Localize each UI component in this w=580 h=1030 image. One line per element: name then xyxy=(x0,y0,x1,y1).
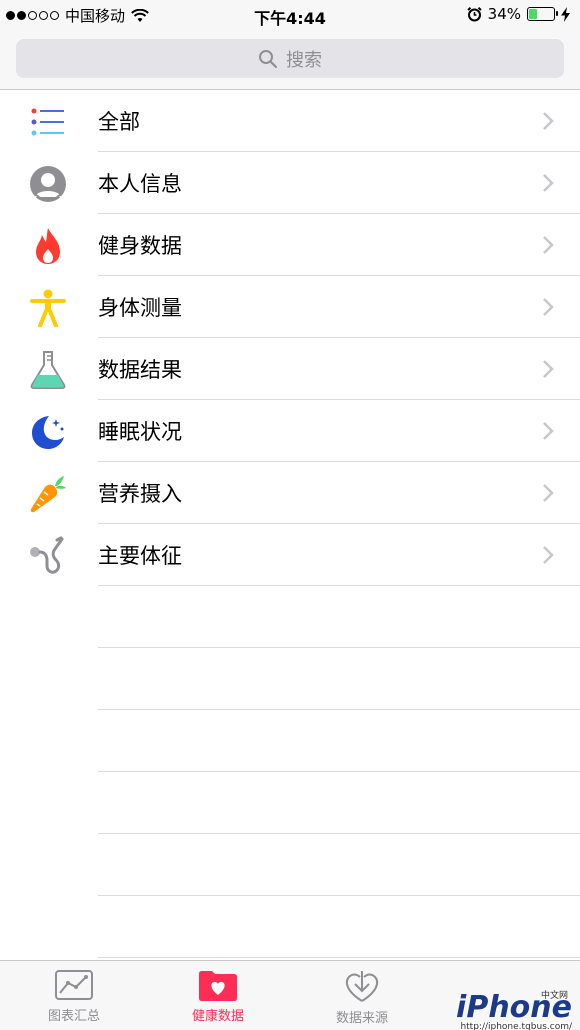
empty-row xyxy=(0,834,580,896)
charging-icon xyxy=(561,6,570,22)
chevron-right-icon xyxy=(543,236,554,254)
search-icon xyxy=(259,49,278,68)
watermark-badge: 中文网 xyxy=(540,991,568,1001)
status-bar: 中国移动 下午4:44 34% xyxy=(0,0,580,30)
tab-label: 数据来源 xyxy=(335,1011,388,1026)
empty-row xyxy=(0,772,580,834)
category-row-results[interactable]: 数据结果 xyxy=(0,338,580,400)
watermark-url: http://iphone.tgbus.com/ xyxy=(460,1022,572,1030)
category-label: 健身数据 xyxy=(98,234,182,258)
search-input[interactable]: 搜索 xyxy=(16,39,564,78)
chevron-right-icon xyxy=(543,546,554,564)
chevron-right-icon xyxy=(543,112,554,130)
watermark: 中文网 iPhone http://iphone.tgbus.com/ xyxy=(456,991,572,1030)
empty-row xyxy=(0,648,580,710)
category-label: 主要体征 xyxy=(98,544,182,568)
category-row-vitals[interactable]: 主要体征 xyxy=(0,524,580,586)
category-row-sleep[interactable]: 睡眠状况 xyxy=(0,400,580,462)
stethoscope-icon xyxy=(28,536,68,576)
chevron-right-icon xyxy=(543,298,554,316)
tab-label: 健康数据 xyxy=(191,1009,244,1024)
battery-icon xyxy=(527,7,558,21)
category-row-all[interactable]: 全部 xyxy=(0,90,580,152)
tab-sources[interactable]: 数据来源 xyxy=(312,969,412,1026)
tab-dashboard[interactable]: 图表汇总 xyxy=(24,969,124,1024)
category-label: 全部 xyxy=(98,110,140,134)
body-icon xyxy=(28,288,68,328)
category-row-body-measurements[interactable]: 身体测量 xyxy=(0,276,580,338)
category-label: 睡眠状况 xyxy=(98,420,182,444)
tab-health-data[interactable]: 健康数据 xyxy=(168,969,268,1024)
search-bar: 搜索 xyxy=(0,30,580,90)
person-icon xyxy=(28,164,68,204)
carrot-icon xyxy=(28,474,68,514)
chevron-right-icon xyxy=(543,484,554,502)
category-label: 本人信息 xyxy=(98,172,182,196)
category-label: 数据结果 xyxy=(98,358,182,382)
download-heart-icon xyxy=(345,971,379,1002)
category-label: 身体测量 xyxy=(98,296,182,320)
chevron-right-icon xyxy=(543,422,554,440)
category-row-fitness[interactable]: 健身数据 xyxy=(0,214,580,276)
flask-icon xyxy=(28,350,68,390)
category-row-nutrition[interactable]: 营养摄入 xyxy=(0,462,580,524)
empty-row xyxy=(0,586,580,648)
chevron-right-icon xyxy=(543,174,554,192)
search-placeholder: 搜索 xyxy=(286,49,322,71)
empty-row xyxy=(0,710,580,772)
battery-percent: 34% xyxy=(487,5,521,23)
health-folder-icon xyxy=(199,971,237,1001)
alarm-icon xyxy=(466,6,482,21)
tab-label: 图表汇总 xyxy=(47,1009,100,1024)
flame-icon xyxy=(28,226,68,266)
moon-icon xyxy=(28,412,68,452)
list-icon xyxy=(28,102,68,142)
chevron-right-icon xyxy=(543,360,554,378)
category-row-personal-info[interactable]: 本人信息 xyxy=(0,152,580,214)
chart-icon xyxy=(55,970,93,1000)
health-category-list: 全部 本人信息 健身数据 身体测量 数据结果 睡眠状况 营养摄入 主要体征 xyxy=(0,90,580,958)
empty-row xyxy=(0,896,580,958)
category-label: 营养摄入 xyxy=(98,482,182,506)
